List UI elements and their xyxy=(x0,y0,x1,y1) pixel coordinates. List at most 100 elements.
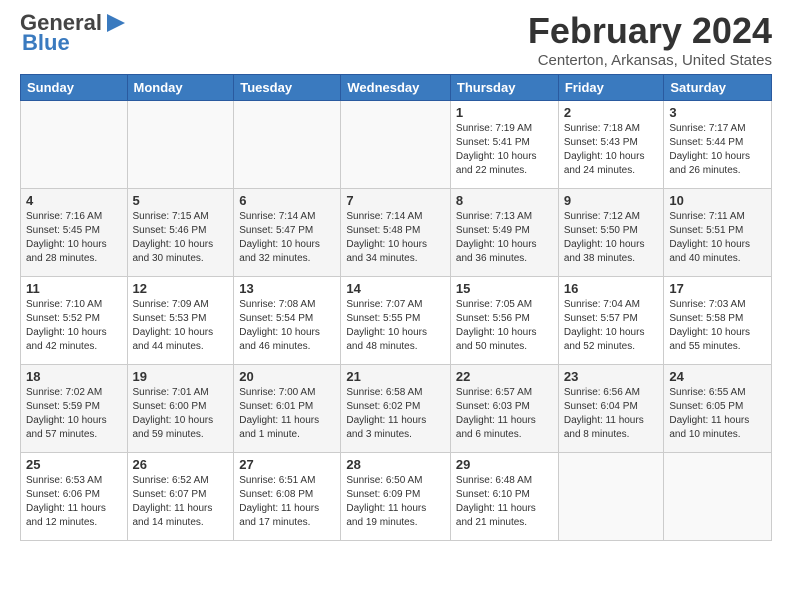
table-row xyxy=(558,453,664,541)
day-info: Sunrise: 7:05 AM Sunset: 5:56 PM Dayligh… xyxy=(456,298,553,354)
calendar-week-row: 4 Sunrise: 7:16 AM Sunset: 5:45 PM Daylig… xyxy=(21,189,772,277)
day-info: Sunrise: 7:19 AM Sunset: 5:41 PM Dayligh… xyxy=(456,122,553,178)
table-row xyxy=(664,453,772,541)
page-header: General Blue February 2024 Centerton, Ar… xyxy=(0,0,792,74)
table-row: 5Sunrise: 7:15 AM Sunset: 5:46 PM Daylig… xyxy=(127,189,234,277)
day-info: Sunrise: 6:53 AM Sunset: 6:06 PM Dayligh… xyxy=(26,474,122,530)
table-row: 2 Sunrise: 7:18 AM Sunset: 5:43 PM Daylig… xyxy=(558,101,664,189)
col-wednesday: Wednesday xyxy=(341,75,451,101)
day-info: Sunrise: 7:12 AM Sunset: 5:50 PM Dayligh… xyxy=(564,210,659,266)
day-number: 29 xyxy=(456,457,553,472)
calendar-table: Sunday Monday Tuesday Wednesday Thursday… xyxy=(20,74,772,541)
calendar-week-row: 25Sunrise: 6:53 AM Sunset: 6:06 PM Dayli… xyxy=(21,453,772,541)
day-info: Sunrise: 7:04 AM Sunset: 5:57 PM Dayligh… xyxy=(564,298,659,354)
table-row: 21 Sunrise: 6:58 AM Sunset: 6:02 PM Dayli… xyxy=(341,365,451,453)
day-info: Sunrise: 7:01 AM Sunset: 6:00 PM Dayligh… xyxy=(133,386,229,442)
calendar-header-row: Sunday Monday Tuesday Wednesday Thursday… xyxy=(21,75,772,101)
table-row xyxy=(21,101,128,189)
logo: General Blue xyxy=(20,10,127,56)
day-number: 21 xyxy=(346,369,445,384)
table-row: 4 Sunrise: 7:16 AM Sunset: 5:45 PM Daylig… xyxy=(21,189,128,277)
table-row: 12 Sunrise: 7:09 AM Sunset: 5:53 PM Dayli… xyxy=(127,277,234,365)
table-row xyxy=(341,101,451,189)
calendar-week-row: 18 Sunrise: 7:02 AM Sunset: 5:59 PM Dayli… xyxy=(21,365,772,453)
day-info: Sunrise: 6:50 AM Sunset: 6:09 PM Dayligh… xyxy=(346,474,445,530)
day-number: 20 xyxy=(239,369,335,384)
table-row: 16 Sunrise: 7:04 AM Sunset: 5:57 PM Dayli… xyxy=(558,277,664,365)
day-number: 16 xyxy=(564,281,659,296)
table-row: 10 Sunrise: 7:11 AM Sunset: 5:51 PM Dayli… xyxy=(664,189,772,277)
table-row: 13 Sunrise: 7:08 AM Sunset: 5:54 PM Dayli… xyxy=(234,277,341,365)
logo-blue-text: Blue xyxy=(22,30,70,56)
day-info: Sunrise: 6:57 AM Sunset: 6:03 PM Dayligh… xyxy=(456,386,553,442)
table-row: 9 Sunrise: 7:12 AM Sunset: 5:50 PM Daylig… xyxy=(558,189,664,277)
day-number: 15 xyxy=(456,281,553,296)
day-number: 6 xyxy=(239,193,335,208)
col-monday: Monday xyxy=(127,75,234,101)
day-number: 23 xyxy=(564,369,659,384)
day-info: Sunrise: 6:58 AM Sunset: 6:02 PM Dayligh… xyxy=(346,386,445,442)
day-number: 17 xyxy=(669,281,766,296)
calendar-wrapper: Sunday Monday Tuesday Wednesday Thursday… xyxy=(0,74,792,551)
day-number: 10 xyxy=(669,193,766,208)
table-row: 8 Sunrise: 7:13 AM Sunset: 5:49 PM Daylig… xyxy=(450,189,558,277)
table-row: 25Sunrise: 6:53 AM Sunset: 6:06 PM Dayli… xyxy=(21,453,128,541)
table-row: 20 Sunrise: 7:00 AM Sunset: 6:01 PM Dayli… xyxy=(234,365,341,453)
table-row: 27Sunrise: 6:51 AM Sunset: 6:08 PM Dayli… xyxy=(234,453,341,541)
day-info: Sunrise: 7:16 AM Sunset: 5:45 PM Dayligh… xyxy=(26,210,122,266)
day-number: 7 xyxy=(346,193,445,208)
day-info: Sunrise: 7:00 AM Sunset: 6:01 PM Dayligh… xyxy=(239,386,335,442)
day-info: Sunrise: 7:13 AM Sunset: 5:49 PM Dayligh… xyxy=(456,210,553,266)
table-row: 19 Sunrise: 7:01 AM Sunset: 6:00 PM Dayli… xyxy=(127,365,234,453)
table-row: 28Sunrise: 6:50 AM Sunset: 6:09 PM Dayli… xyxy=(341,453,451,541)
day-info: Sunrise: 7:02 AM Sunset: 5:59 PM Dayligh… xyxy=(26,386,122,442)
day-number: 4 xyxy=(26,193,122,208)
day-info: Sunrise: 7:09 AM Sunset: 5:53 PM Dayligh… xyxy=(133,298,229,354)
table-row: 17 Sunrise: 7:03 AM Sunset: 5:58 PM Dayli… xyxy=(664,277,772,365)
table-row xyxy=(234,101,341,189)
day-info: Sunrise: 7:08 AM Sunset: 5:54 PM Dayligh… xyxy=(239,298,335,354)
day-number: 11 xyxy=(26,281,122,296)
day-info: Sunrise: 6:52 AM Sunset: 6:07 PM Dayligh… xyxy=(133,474,229,530)
table-row: 26 Sunrise: 6:52 AM Sunset: 6:07 PM Dayli… xyxy=(127,453,234,541)
table-row: 14Sunrise: 7:07 AM Sunset: 5:55 PM Dayli… xyxy=(341,277,451,365)
col-friday: Friday xyxy=(558,75,664,101)
day-number: 19 xyxy=(133,369,229,384)
day-info: Sunrise: 7:03 AM Sunset: 5:58 PM Dayligh… xyxy=(669,298,766,354)
day-info: Sunrise: 6:48 AM Sunset: 6:10 PM Dayligh… xyxy=(456,474,553,530)
col-tuesday: Tuesday xyxy=(234,75,341,101)
table-row: 22Sunrise: 6:57 AM Sunset: 6:03 PM Dayli… xyxy=(450,365,558,453)
day-number: 5 xyxy=(133,193,229,208)
day-number: 9 xyxy=(564,193,659,208)
day-number: 8 xyxy=(456,193,553,208)
day-info: Sunrise: 7:14 AM Sunset: 5:47 PM Dayligh… xyxy=(239,210,335,266)
day-number: 27 xyxy=(239,457,335,472)
day-info: Sunrise: 6:55 AM Sunset: 6:05 PM Dayligh… xyxy=(669,386,766,442)
table-row xyxy=(127,101,234,189)
table-row: 29 Sunrise: 6:48 AM Sunset: 6:10 PM Dayli… xyxy=(450,453,558,541)
month-title: February 2024 xyxy=(528,10,772,52)
day-number: 1 xyxy=(456,105,553,120)
logo-flag-icon xyxy=(105,14,127,32)
day-number: 12 xyxy=(133,281,229,296)
day-number: 3 xyxy=(669,105,766,120)
table-row: 1 Sunrise: 7:19 AM Sunset: 5:41 PM Daylig… xyxy=(450,101,558,189)
table-row: 18 Sunrise: 7:02 AM Sunset: 5:59 PM Dayli… xyxy=(21,365,128,453)
day-info: Sunrise: 7:10 AM Sunset: 5:52 PM Dayligh… xyxy=(26,298,122,354)
day-number: 24 xyxy=(669,369,766,384)
day-info: Sunrise: 7:11 AM Sunset: 5:51 PM Dayligh… xyxy=(669,210,766,266)
day-number: 18 xyxy=(26,369,122,384)
table-row: 15 Sunrise: 7:05 AM Sunset: 5:56 PM Dayli… xyxy=(450,277,558,365)
day-number: 13 xyxy=(239,281,335,296)
table-row: 6 Sunrise: 7:14 AM Sunset: 5:47 PM Daylig… xyxy=(234,189,341,277)
day-info: Sunrise: 7:07 AM Sunset: 5:55 PM Dayligh… xyxy=(346,298,445,354)
title-section: February 2024 Centerton, Arkansas, Unite… xyxy=(528,10,772,69)
table-row: 24 Sunrise: 6:55 AM Sunset: 6:05 PM Dayli… xyxy=(664,365,772,453)
day-number: 2 xyxy=(564,105,659,120)
day-number: 26 xyxy=(133,457,229,472)
table-row: 11 Sunrise: 7:10 AM Sunset: 5:52 PM Dayli… xyxy=(21,277,128,365)
calendar-week-row: 11 Sunrise: 7:10 AM Sunset: 5:52 PM Dayli… xyxy=(21,277,772,365)
day-info: Sunrise: 7:14 AM Sunset: 5:48 PM Dayligh… xyxy=(346,210,445,266)
day-info: Sunrise: 7:17 AM Sunset: 5:44 PM Dayligh… xyxy=(669,122,766,178)
day-info: Sunrise: 7:18 AM Sunset: 5:43 PM Dayligh… xyxy=(564,122,659,178)
